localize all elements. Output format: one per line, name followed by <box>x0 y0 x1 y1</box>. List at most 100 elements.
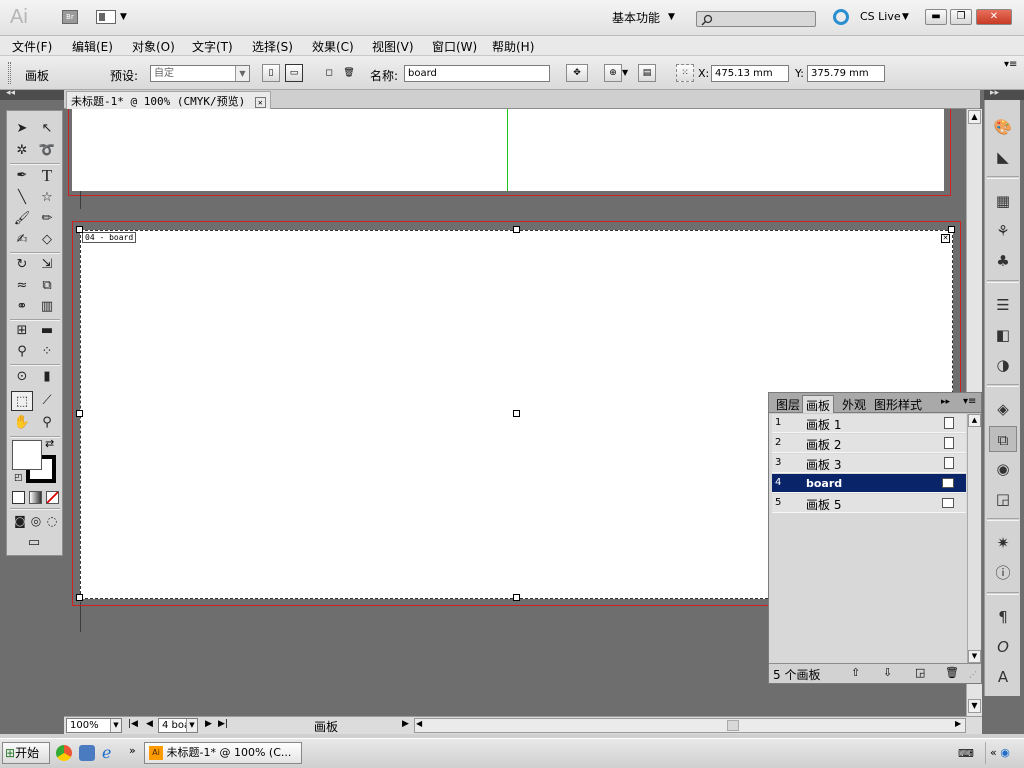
scroll-thumb[interactable] <box>727 720 739 731</box>
gradient-mode-icon[interactable] <box>29 491 42 504</box>
slice-tool-icon[interactable]: ⟋ <box>36 391 58 411</box>
column-graph-tool-icon[interactable]: ▮ <box>36 367 58 387</box>
mesh-tool-icon[interactable]: ⊞ <box>11 321 33 341</box>
lasso-tool-icon[interactable]: ➰ <box>36 141 58 161</box>
magic-wand-tool-icon[interactable]: ✲ <box>11 141 33 161</box>
eraser-tool-icon[interactable]: ◇ <box>36 230 58 250</box>
move-up-icon[interactable]: ⇧ <box>851 666 860 679</box>
symbols-panel-icon[interactable]: ♣ <box>989 248 1017 274</box>
collapse-icon[interactable]: ◂◂ <box>6 88 15 98</box>
chrome-icon[interactable] <box>56 745 72 761</box>
control-panel-menu-icon[interactable]: ▾≡ <box>1004 59 1017 70</box>
new-artboard-icon[interactable]: ◲ <box>915 666 925 679</box>
resize-grip-icon[interactable]: ⋰ <box>969 670 977 679</box>
artboard-options-icon[interactable] <box>944 457 954 469</box>
close-button[interactable]: ✕ <box>976 9 1012 25</box>
toolbox-header[interactable]: ◂◂ <box>0 88 64 100</box>
expand-icon[interactable]: ▸▸ <box>990 88 999 98</box>
brushes-panel-icon[interactable]: ⚘ <box>989 218 1017 244</box>
arrange-dropdown-icon[interactable]: ▼ <box>120 12 127 22</box>
gradient-tool-icon[interactable]: ▬ <box>36 321 58 341</box>
scroll-up-icon[interactable]: ▲ <box>968 414 981 427</box>
perspective-grid-tool-icon[interactable]: ▥ <box>36 297 58 317</box>
shape-builder-tool-icon[interactable]: ⚭ <box>11 297 33 317</box>
paragraph-panel-icon[interactable]: ¶ <box>989 604 1017 630</box>
symbol-sprayer-tool-icon[interactable]: ⊙ <box>11 367 33 387</box>
list-item[interactable]: 3 画板 3 <box>772 454 966 473</box>
info-panel-icon[interactable]: ⓘ <box>989 560 1017 586</box>
resize-handle[interactable] <box>948 226 955 233</box>
grip-icon[interactable] <box>8 62 11 84</box>
list-item[interactable]: 1 画板 1 <box>772 414 966 433</box>
zoom-select[interactable]: 100% ▼ <box>66 718 122 733</box>
explorer-icon[interactable] <box>79 745 95 761</box>
menu-file[interactable]: 文件(F) <box>12 38 52 55</box>
artboard-options-button[interactable]: ▤ <box>638 64 656 82</box>
none-mode-icon[interactable] <box>46 491 59 504</box>
start-button[interactable]: ⊞开始 <box>2 742 50 764</box>
artboard-tool-icon[interactable]: ⬚ <box>11 391 33 411</box>
resize-handle[interactable] <box>76 226 83 233</box>
artboard-options-icon[interactable] <box>942 498 954 508</box>
new-artboard-icon[interactable]: ◻ <box>320 64 338 82</box>
type-tool-icon[interactable]: T <box>36 166 58 186</box>
workspace-dropdown-icon[interactable]: ▼ <box>668 12 675 22</box>
landscape-button[interactable]: ▭ <box>285 64 303 82</box>
chevron-down-icon[interactable]: ▼ <box>186 719 197 732</box>
tab-appearance[interactable]: 外观 <box>839 395 869 413</box>
chevron-down-icon[interactable]: ▼ <box>110 719 121 732</box>
artboard-name-field[interactable]: board <box>404 65 550 82</box>
color-guide-icon[interactable]: ◣ <box>989 144 1017 170</box>
menu-object[interactable]: 对象(O) <box>132 38 175 55</box>
more-tabs-icon[interactable]: ▸▸ <box>941 397 950 407</box>
ie-icon[interactable]: ℯ <box>102 743 111 762</box>
rotate-tool-icon[interactable]: ↻ <box>11 255 33 275</box>
pencil-tool-icon[interactable]: ✏ <box>36 209 58 229</box>
tab-layers[interactable]: 图层 <box>773 395 803 413</box>
artboards-panel-icon[interactable]: ⧉ <box>989 426 1017 452</box>
scroll-up-icon[interactable]: ▲ <box>968 110 981 124</box>
artboard-navigation-select[interactable]: 4 boa ▼ <box>158 718 198 733</box>
star-tool-icon[interactable]: ☆ <box>36 188 58 208</box>
preset-select[interactable]: 自定 ▼ <box>150 65 250 82</box>
minimize-button[interactable]: ▬ <box>925 9 947 25</box>
resize-handle[interactable] <box>76 410 83 417</box>
resize-handle[interactable] <box>76 594 83 601</box>
hand-tool-icon[interactable]: ✋ <box>11 413 33 433</box>
navigator-panel-icon[interactable]: ✷ <box>989 530 1017 556</box>
show-center-mark-button[interactable]: ⊕ <box>604 64 622 82</box>
screen-mode-icon[interactable]: ▭ <box>23 533 45 553</box>
cs-live-icon[interactable] <box>833 9 849 25</box>
menu-type[interactable]: 文字(T) <box>192 38 233 55</box>
stroke-panel-icon[interactable]: ☰ <box>989 292 1017 318</box>
bridge-button[interactable]: Br <box>62 10 78 24</box>
eyedropper-tool-icon[interactable]: ⚲ <box>11 342 33 362</box>
scroll-down-icon[interactable]: ▼ <box>968 699 981 713</box>
menu-view[interactable]: 视图(V) <box>372 38 414 55</box>
panel-scrollbar[interactable]: ▲ ▼ <box>967 414 981 663</box>
document-tab[interactable]: 未标题-1* @ 100% (CMYK/预览) ✕ <box>66 91 271 109</box>
scroll-down-icon[interactable]: ▼ <box>968 650 981 663</box>
color-panel-icon[interactable]: 🎨 <box>989 114 1017 140</box>
layers-panel-icon[interactable]: ◈ <box>989 396 1017 422</box>
blob-brush-tool-icon[interactable]: ✍ <box>11 230 33 250</box>
blend-tool-icon[interactable]: ⁘ <box>36 342 58 362</box>
y-field[interactable]: 375.79 mm <box>807 65 885 82</box>
list-item[interactable]: 2 画板 2 <box>772 434 966 453</box>
move-with-artboard-button[interactable]: ✥ <box>566 64 588 82</box>
menu-help[interactable]: 帮助(H) <box>492 38 534 55</box>
scroll-right-icon[interactable]: ▶ <box>955 719 961 728</box>
appearance-panel-icon[interactable]: ◉ <box>989 456 1017 482</box>
cs-live-dropdown-icon[interactable]: ▼ <box>902 12 909 22</box>
center-point[interactable] <box>513 410 520 417</box>
menu-select[interactable]: 选择(S) <box>252 38 293 55</box>
selection-tool-icon[interactable]: ➤ <box>11 119 33 139</box>
more-quicklaunch-icon[interactable]: » <box>129 744 136 757</box>
line-tool-icon[interactable]: ╲ <box>11 188 33 208</box>
draw-inside-icon[interactable]: ◌ <box>41 511 63 531</box>
free-transform-tool-icon[interactable]: ⧉ <box>36 276 58 296</box>
artboard-options-icon[interactable] <box>944 437 954 449</box>
arrange-documents-button[interactable] <box>96 10 116 24</box>
character-panel-icon[interactable]: A <box>989 664 1017 690</box>
next-artboard-icon[interactable]: ▶ <box>205 719 212 729</box>
